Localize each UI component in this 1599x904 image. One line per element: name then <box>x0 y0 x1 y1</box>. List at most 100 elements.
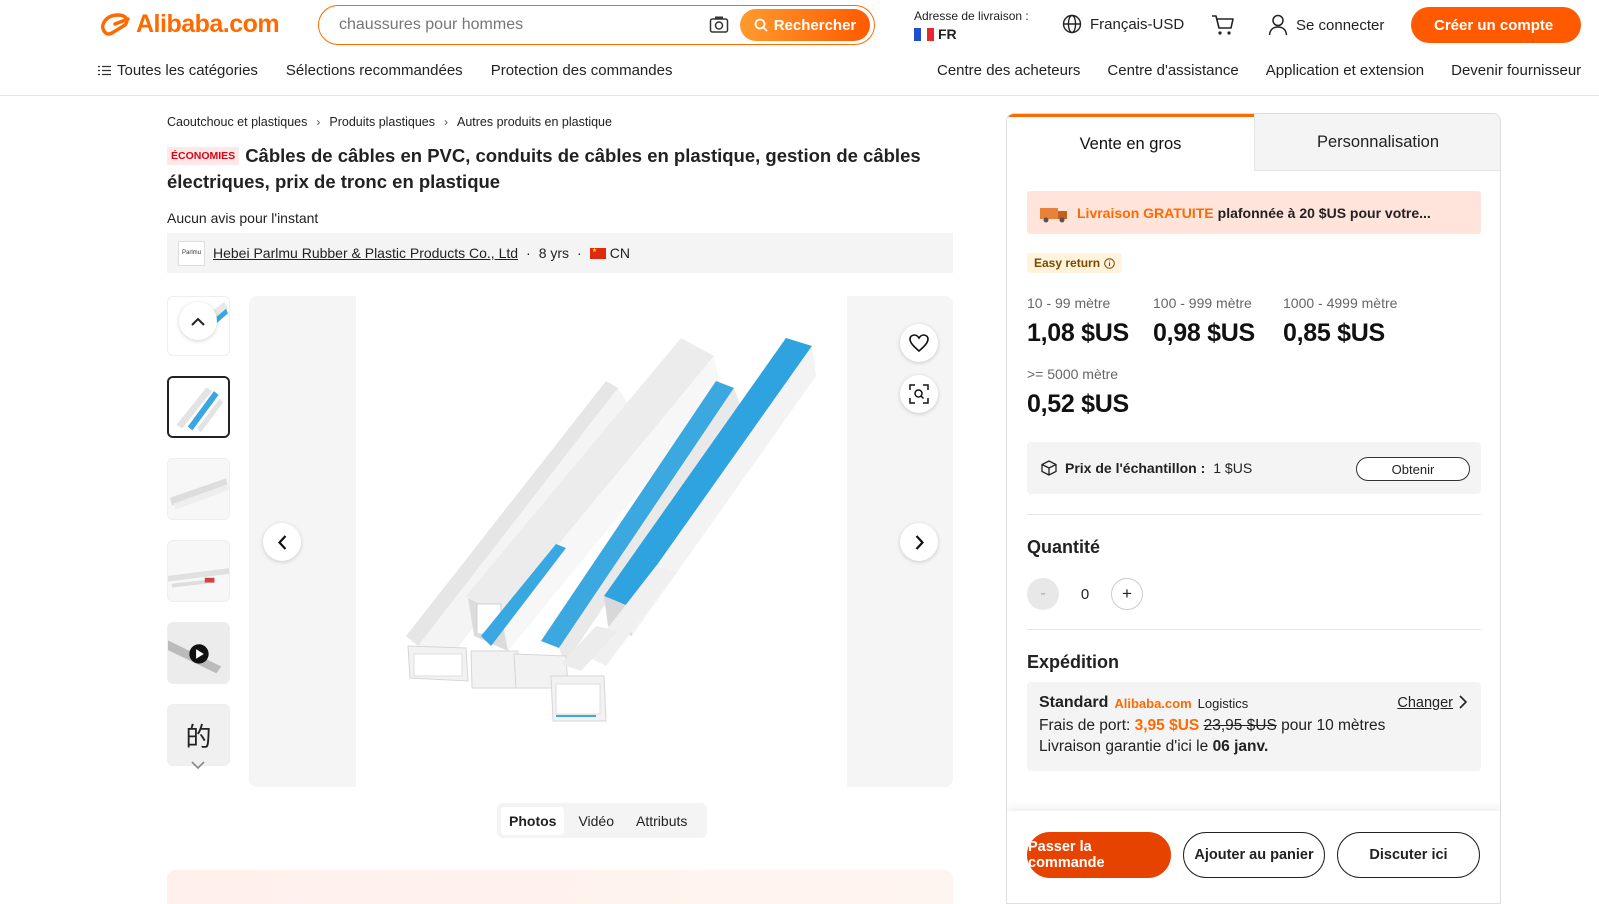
nav-app-extension[interactable]: Application et extension <box>1266 62 1424 79</box>
order-button[interactable]: Passer la commande <box>1027 832 1171 878</box>
all-categories-label: Toutes les catégories <box>117 62 258 79</box>
product-title-text: Câbles de câbles en PVC, conduits de câb… <box>167 145 921 192</box>
camera-icon[interactable] <box>709 15 729 35</box>
language-selector[interactable]: Français-USD <box>1062 14 1184 34</box>
all-categories-menu[interactable]: Toutes les catégories <box>98 62 258 79</box>
supplier-logo: Parlmu <box>178 240 205 266</box>
alibaba-logo[interactable]: Alibaba.com <box>98 10 280 39</box>
thumbnail[interactable] <box>167 540 230 602</box>
search-button-label: Rechercher <box>773 16 857 34</box>
cart-icon[interactable] <box>1211 14 1235 36</box>
sign-in-link[interactable]: Se connecter <box>1268 14 1384 36</box>
tab-wholesale[interactable]: Vente en gros <box>1007 114 1254 171</box>
delivery-country: FR <box>938 26 957 42</box>
chat-button[interactable]: Discuter ici <box>1337 832 1480 878</box>
chevron-right-icon[interactable] <box>1459 695 1467 709</box>
box-icon <box>1041 460 1057 476</box>
dot-separator: · <box>526 245 531 261</box>
delivery-label: Livraison garantie d'ici le <box>1039 738 1209 755</box>
nav-buyer-center[interactable]: Centre des acheteurs <box>937 62 1080 79</box>
shipping-fee-label: Frais de port: <box>1039 717 1131 734</box>
shipping-method: Standard <box>1039 694 1109 711</box>
product-title: ÉCONOMIES Câbles de câbles en PVC, condui… <box>167 143 927 195</box>
quantity-increase-button[interactable]: + <box>1111 578 1143 610</box>
get-sample-button[interactable]: Obtenir <box>1356 457 1470 481</box>
chevron-down-icon <box>191 760 205 769</box>
favorite-button[interactable] <box>900 324 938 362</box>
price-tier-price: 0,85 $US <box>1283 319 1385 347</box>
gallery-prev-button[interactable] <box>263 523 301 561</box>
price-tier: >= 5000 mètre 0,52 $US <box>1027 366 1129 419</box>
main-nav: Toutes les catégories Sélections recomma… <box>98 62 672 79</box>
shipping-brand: Alibaba.com <box>1114 695 1192 711</box>
price-tier: 1000 - 4999 mètre 0,85 $US <box>1283 295 1397 348</box>
nav-recommended[interactable]: Sélections recommandées <box>286 62 463 79</box>
product-image[interactable] <box>356 296 847 787</box>
thumbnails-down-button[interactable] <box>183 750 213 780</box>
breadcrumb-item[interactable]: Autres produits en plastique <box>457 115 612 129</box>
thumbnail-active[interactable] <box>167 376 230 438</box>
tab-attributes[interactable]: Attributs <box>628 807 695 835</box>
purchase-panel: Vente en gros Personnalisation Livraison… <box>1006 113 1501 904</box>
quantity-decrease-button[interactable]: - <box>1027 578 1059 610</box>
thumbnail-image <box>168 623 229 683</box>
add-to-cart-button[interactable]: Ajouter au panier <box>1183 832 1325 878</box>
quantity-stepper: - 0 + <box>1027 578 1145 610</box>
delivery-address[interactable]: Adresse de livraison : FR <box>914 9 1029 42</box>
shipping-fee-old: 23,95 $US <box>1203 717 1277 734</box>
search-input[interactable] <box>339 14 699 36</box>
breadcrumb-item[interactable]: Caoutchouc et plastiques <box>167 115 307 129</box>
price-tier-range: 1000 - 4999 mètre <box>1283 295 1398 311</box>
free-shipping-text: plafonnée à 20 $US pour votre... <box>1217 204 1431 221</box>
nav-order-protection[interactable]: Protection des commandes <box>491 62 673 79</box>
chevron-up-icon <box>191 317 205 326</box>
thumbnails-up-button[interactable] <box>179 302 217 340</box>
free-shipping-banner[interactable]: Livraison GRATUITE plafonnée à 20 $US po… <box>1027 191 1481 234</box>
nav-become-supplier[interactable]: Devenir fournisseur <box>1451 62 1581 79</box>
nav-help-center[interactable]: Centre d'assistance <box>1107 62 1238 79</box>
shipping-logistics: Logistics <box>1197 695 1249 711</box>
tab-video[interactable]: Vidéo <box>570 807 622 835</box>
logo-text: Alibaba.com <box>136 10 280 38</box>
list-icon <box>98 65 111 76</box>
divider <box>1027 514 1481 515</box>
user-icon <box>1268 14 1288 36</box>
shipping-box: Standard Alibaba.com Logistics Changer F… <box>1027 682 1481 771</box>
supplier-name-link[interactable]: Hebei Parlmu Rubber & Plastic Products C… <box>213 245 518 261</box>
quantity-input[interactable]: 0 <box>1059 586 1111 603</box>
image-search-button[interactable] <box>900 375 938 413</box>
thumbnail[interactable] <box>167 458 230 520</box>
change-shipping-link[interactable]: Changer <box>1397 695 1453 711</box>
supplier-bar: Parlmu Hebei Parlmu Rubber & Plastic Pro… <box>167 233 953 273</box>
site-header: Alibaba.com Rechercher Adresse de livrai… <box>0 0 1599 96</box>
create-account-button[interactable]: Créer un compte <box>1411 7 1581 43</box>
info-icon <box>1104 257 1115 269</box>
chevron-right-icon: › <box>316 115 321 129</box>
supplier-years: 8 yrs <box>538 245 570 261</box>
sign-in-label: Se connecter <box>1296 16 1385 34</box>
thumbnail-video[interactable] <box>167 622 230 684</box>
purchase-tabs: Vente en gros Personnalisation <box>1007 114 1500 171</box>
gallery-next-button[interactable] <box>900 523 938 561</box>
dot-separator: · <box>577 245 582 261</box>
tab-customization[interactable]: Personnalisation <box>1254 114 1500 171</box>
chevron-right-icon <box>915 534 924 550</box>
price-tier-price: 0,98 $US <box>1153 319 1255 347</box>
search-icon <box>754 18 768 32</box>
product-gallery <box>249 296 953 787</box>
easy-return-badge[interactable]: Easy return <box>1027 253 1123 273</box>
search-button[interactable]: Rechercher <box>740 9 870 41</box>
reviews-status: Aucun avis pour l'instant <box>167 210 319 226</box>
breadcrumb-item[interactable]: Produits plastiques <box>329 115 435 129</box>
globe-icon <box>1062 14 1082 34</box>
chevron-left-icon <box>277 534 286 550</box>
action-bar: Passer la commande Ajouter au panier Dis… <box>1007 811 1500 903</box>
tab-photos[interactable]: Photos <box>501 806 565 835</box>
sample-price-label: Prix de l'échantillon : <box>1065 460 1206 476</box>
chevron-right-icon: › <box>444 115 448 129</box>
free-shipping-highlight: Livraison GRATUITE <box>1077 204 1214 221</box>
thumbnail-image <box>168 541 229 601</box>
shipping-title: Expédition <box>1027 652 1120 672</box>
price-tier-range: >= 5000 mètre <box>1027 366 1119 382</box>
image-search-icon <box>909 384 929 404</box>
